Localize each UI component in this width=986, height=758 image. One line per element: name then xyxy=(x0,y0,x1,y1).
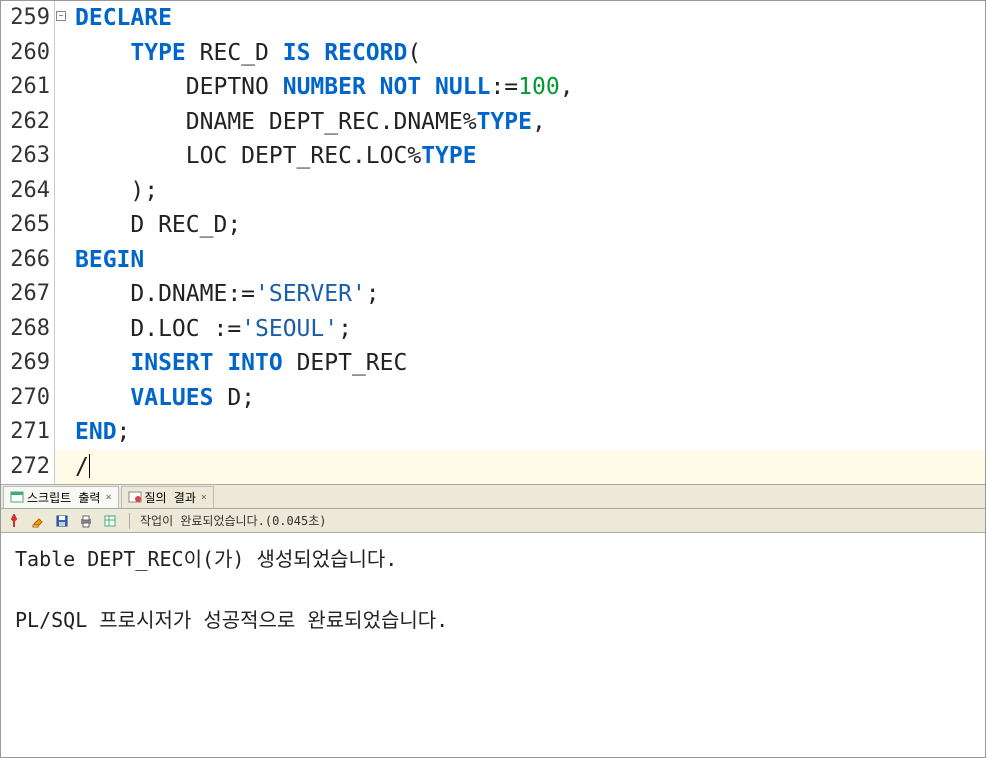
print-icon[interactable] xyxy=(77,512,95,530)
code-line[interactable]: TYPE REC_D IS RECORD( xyxy=(55,36,421,71)
line-number: 267 xyxy=(1,277,55,312)
line-number: 265 xyxy=(1,208,55,243)
tab-query-result[interactable]: 질의 결과 × xyxy=(121,486,214,508)
line-number: 262 xyxy=(1,105,55,140)
code-line[interactable]: INSERT INTO DEPT_REC xyxy=(55,346,407,381)
line-number: 263 xyxy=(1,139,55,174)
code-line[interactable]: DECLARE xyxy=(55,1,172,36)
code-line[interactable]: D.LOC :='SEOUL'; xyxy=(55,312,352,347)
pin-icon[interactable] xyxy=(5,512,23,530)
code-editor[interactable]: 259− DECLARE 260 TYPE REC_D IS RECORD( 2… xyxy=(1,1,985,485)
code-line[interactable]: D.DNAME:='SERVER'; xyxy=(55,277,380,312)
output-toolbar: 작업이 완료되었습니다.(0.045초) xyxy=(1,509,985,533)
code-line[interactable]: END; xyxy=(55,415,130,450)
sql-icon[interactable] xyxy=(101,512,119,530)
results-pane: 스크립트 출력 × 질의 결과 × 작업이 완료되었습니다.(0.045초) xyxy=(1,485,985,757)
output-line: PL/SQL 프로시저가 성공적으로 완료되었습니다. xyxy=(15,604,971,633)
tab-script-output[interactable]: 스크립트 출력 × xyxy=(3,486,119,508)
code-line[interactable]: VALUES D; xyxy=(55,381,255,416)
line-number: 270 xyxy=(1,381,55,416)
status-text: 작업이 완료되었습니다.(0.045초) xyxy=(140,512,326,529)
results-tab-bar: 스크립트 출력 × 질의 결과 × xyxy=(1,485,985,509)
line-number: 260 xyxy=(1,36,55,71)
toolbar-separator xyxy=(129,513,130,529)
code-line[interactable]: BEGIN xyxy=(55,243,144,278)
save-icon[interactable] xyxy=(53,512,71,530)
line-number: 268 xyxy=(1,312,55,347)
tab-label: 스크립트 출력 xyxy=(27,489,100,506)
code-line[interactable]: ); xyxy=(55,174,158,209)
code-line[interactable]: D REC_D; xyxy=(55,208,241,243)
line-number: 261 xyxy=(1,70,55,105)
close-icon[interactable]: × xyxy=(201,492,207,503)
code-line[interactable]: DNAME DEPT_REC.DNAME%TYPE, xyxy=(55,105,546,140)
code-line[interactable]: / xyxy=(55,450,90,485)
line-number: 259− xyxy=(1,1,55,36)
line-number: 266 xyxy=(1,243,55,278)
output-text-area[interactable]: Table DEPT_REC이(가) 생성되었습니다. PL/SQL 프로시저가… xyxy=(1,533,985,757)
query-result-icon xyxy=(128,490,142,504)
output-line: Table DEPT_REC이(가) 생성되었습니다. xyxy=(15,543,971,572)
script-output-icon xyxy=(10,490,24,504)
close-icon[interactable]: × xyxy=(105,492,111,503)
line-number: 272 xyxy=(1,450,55,485)
tab-label: 질의 결과 xyxy=(145,489,196,506)
code-line[interactable]: LOC DEPT_REC.LOC%TYPE xyxy=(55,139,477,174)
line-number: 271 xyxy=(1,415,55,450)
code-line[interactable]: DEPTNO NUMBER NOT NULL:=100, xyxy=(55,70,574,105)
line-number: 269 xyxy=(1,346,55,381)
line-number: 264 xyxy=(1,174,55,209)
fold-collapse-icon[interactable]: − xyxy=(56,11,66,21)
text-cursor xyxy=(89,454,90,478)
clear-icon[interactable] xyxy=(29,512,47,530)
